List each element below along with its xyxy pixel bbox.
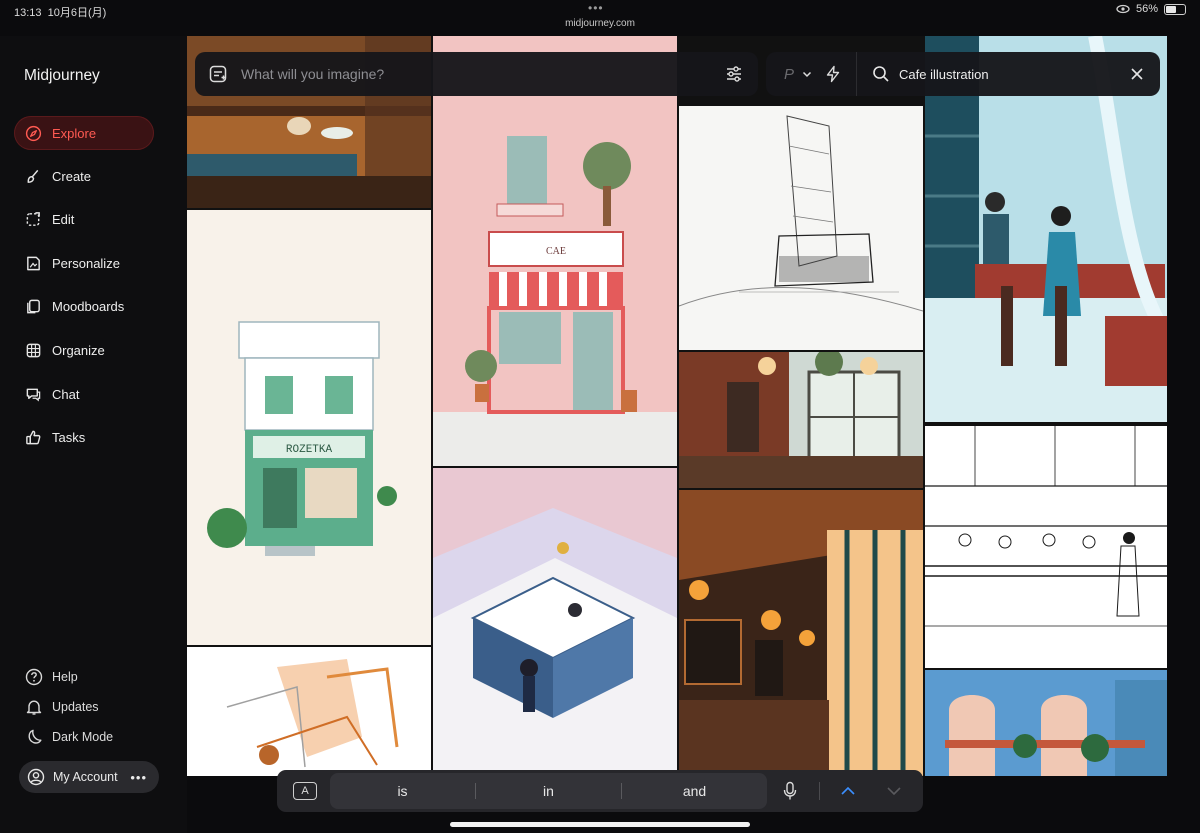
search-input[interactable]: Cafe illustration xyxy=(899,67,989,82)
sidebar-item-label: Moodboards xyxy=(52,298,125,314)
help-icon xyxy=(25,668,43,686)
gallery-image-pink-cafe[interactable]: CAE xyxy=(433,36,677,466)
chat-icon xyxy=(26,388,41,401)
gallery-image-rozetka-shop[interactable]: ROZETKA xyxy=(187,210,431,645)
account-icon xyxy=(27,768,45,786)
sidebar-item-moodboards[interactable]: Moodboards xyxy=(14,289,154,323)
image-prompt-icon[interactable] xyxy=(208,64,228,84)
gallery-image-isometric-cafe[interactable] xyxy=(433,468,677,776)
sidebar-item-tasks[interactable]: Tasks xyxy=(14,420,154,454)
sidebar-item-label: Organize xyxy=(52,342,105,358)
gallery-image-counter-sketch[interactable] xyxy=(925,426,1167,668)
microphone-icon[interactable] xyxy=(782,781,798,801)
sidebar-item-personalize[interactable]: Personalize xyxy=(14,246,154,280)
suggestion-in[interactable]: in xyxy=(476,783,621,799)
updates-link[interactable]: Updates xyxy=(25,698,99,716)
gallery-image-orange-sketch[interactable] xyxy=(187,647,431,776)
rozetka-sign-text: ROZETKA xyxy=(286,444,333,456)
brand-logo[interactable]: Midjourney xyxy=(24,67,100,85)
sidebar-item-label: Tasks xyxy=(52,429,86,445)
account-label: My Account xyxy=(53,770,118,784)
url-label[interactable]: midjourney.com xyxy=(0,18,1200,29)
sidebar-item-organize[interactable]: Organize xyxy=(14,333,154,367)
gallery-image-arch-cafe[interactable] xyxy=(925,670,1167,776)
battery-icon xyxy=(1164,3,1186,15)
suggestion-strip: is in and xyxy=(330,773,767,809)
help-link[interactable]: Help xyxy=(25,668,78,686)
sidebar-item-create[interactable]: Create xyxy=(14,159,154,193)
close-icon[interactable] xyxy=(1130,67,1144,81)
sidebar-item-label: Create xyxy=(52,168,92,184)
dark-mode-label: Dark Mode xyxy=(52,730,114,744)
image-gallery: ROZETKA CAE xyxy=(187,36,1167,776)
gallery-image-warm-cafe[interactable] xyxy=(679,490,923,776)
gallery-image-line-sketch[interactable] xyxy=(679,106,923,350)
thumbs-up-icon xyxy=(26,430,41,444)
sidebar-item-label: Chat xyxy=(52,386,80,402)
chevron-up-icon[interactable] xyxy=(840,783,856,799)
search-bar: P Cafe illustration xyxy=(766,52,1160,96)
screen-mirror-icon xyxy=(1116,4,1130,14)
sidebar-item-label: Edit xyxy=(52,211,75,227)
chevron-down-icon[interactable] xyxy=(802,69,812,79)
sidebar-item-label: Personalize xyxy=(52,255,120,271)
moon-icon xyxy=(28,729,42,744)
suggestion-is[interactable]: is xyxy=(330,783,475,799)
edit-icon xyxy=(26,211,40,226)
compass-icon xyxy=(25,125,42,141)
prompt-input[interactable] xyxy=(228,66,724,82)
gallery-image-brick-cafe[interactable] xyxy=(679,352,923,488)
lightning-icon[interactable] xyxy=(824,65,842,83)
brush-icon xyxy=(27,169,39,183)
sidebar-item-label: Explore xyxy=(52,125,97,141)
updates-label: Updates xyxy=(52,700,99,714)
suggestion-and[interactable]: and xyxy=(622,783,767,799)
moodboard-icon xyxy=(27,299,40,313)
dark-mode-toggle[interactable]: Dark Mode xyxy=(25,728,113,746)
my-account-button[interactable]: My Account ••• xyxy=(19,761,159,793)
bell-icon xyxy=(26,700,42,715)
sidebar: Midjourney Explore Create Edit Personali… xyxy=(0,36,187,833)
grid-icon xyxy=(26,343,41,357)
personalize-icon xyxy=(27,256,40,270)
search-divider xyxy=(856,52,858,96)
prompt-bar xyxy=(195,52,758,96)
pink-cafe-sign-text: CAE xyxy=(546,246,566,257)
keyboard-a-key[interactable]: A xyxy=(293,782,317,800)
tab-dots-icon[interactable]: ••• xyxy=(588,1,604,15)
search-icon xyxy=(873,66,889,82)
sidebar-item-edit[interactable]: Edit xyxy=(14,202,154,236)
keyboard-suggestion-bar: A is in and xyxy=(277,770,923,812)
account-more-icon[interactable]: ••• xyxy=(130,770,147,785)
chevron-down-icon[interactable] xyxy=(886,783,902,799)
personalize-toggle[interactable]: P xyxy=(784,66,794,83)
help-label: Help xyxy=(52,670,78,684)
settings-sliders-icon[interactable] xyxy=(724,64,744,84)
keyboard-divider xyxy=(819,782,820,800)
status-bar: 13:13 10月6日(月) ••• midjourney.com 56% xyxy=(0,0,1200,36)
sidebar-item-chat[interactable]: Chat xyxy=(14,377,154,411)
battery-percent: 56% xyxy=(1135,3,1158,15)
home-indicator[interactable] xyxy=(450,822,750,827)
sidebar-item-explore[interactable]: Explore xyxy=(14,116,154,150)
